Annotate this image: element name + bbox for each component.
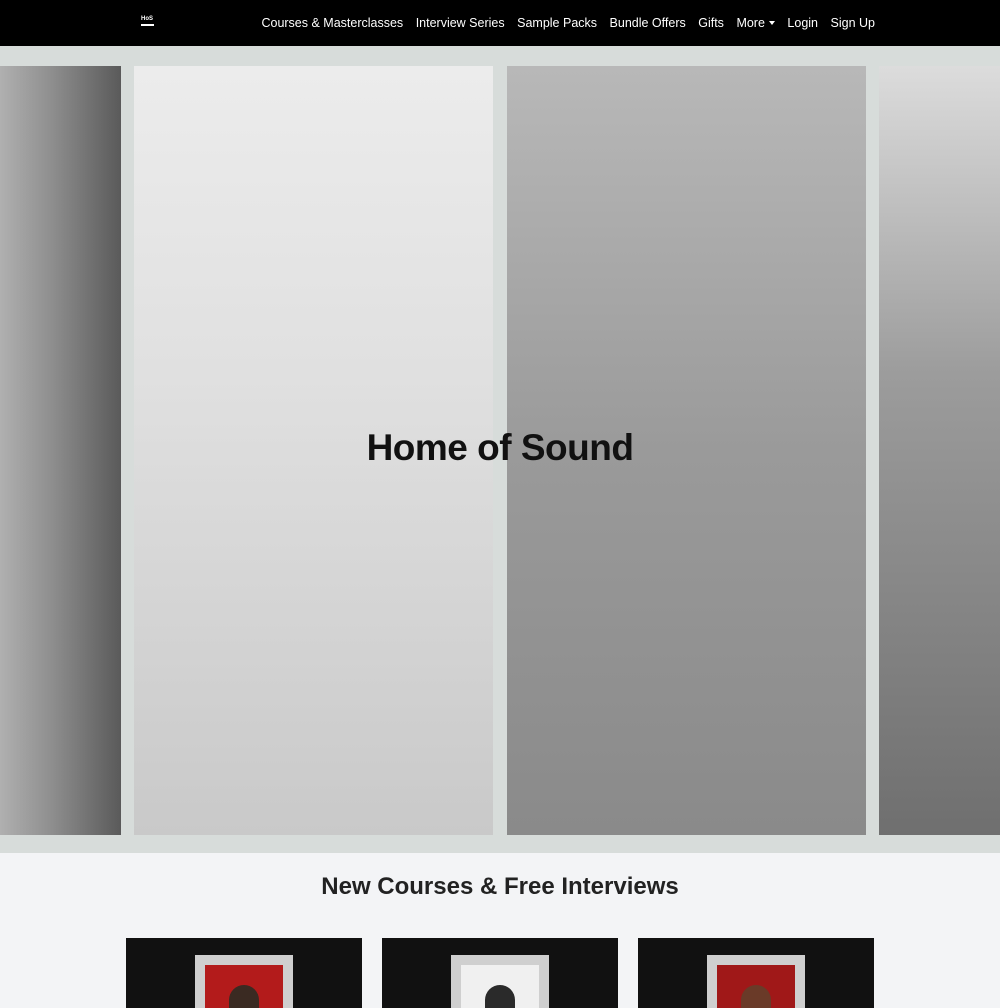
- course-card-2[interactable]: [382, 938, 618, 1008]
- nav-sample-packs[interactable]: Sample Packs: [517, 16, 597, 30]
- card-thumbnail-frame: [451, 955, 549, 1008]
- nav-bundle-offers[interactable]: Bundle Offers: [610, 16, 686, 30]
- card-thumbnail: [205, 965, 283, 1008]
- nav-gifts[interactable]: Gifts: [698, 16, 724, 30]
- logo-text: HoS: [141, 16, 153, 22]
- nav-more-label: More: [736, 16, 765, 30]
- nav-login[interactable]: Login: [787, 16, 818, 30]
- logo-underline: [141, 24, 154, 26]
- person-thumbnail: [741, 985, 771, 1008]
- card-thumbnail-frame: [707, 955, 805, 1008]
- course-card-3[interactable]: [638, 938, 874, 1008]
- person-thumbnail: [229, 985, 259, 1008]
- nav-more-dropdown[interactable]: More: [736, 16, 775, 30]
- caret-down-icon: [768, 21, 775, 25]
- nav-interview-series[interactable]: Interview Series: [416, 16, 505, 30]
- card-thumbnail-frame: [195, 955, 293, 1008]
- nav-courses-masterclasses[interactable]: Courses & Masterclasses: [261, 16, 403, 30]
- card-thumbnail: [461, 965, 539, 1008]
- person-thumbnail: [485, 985, 515, 1008]
- section-title: New Courses & Free Interviews: [321, 873, 679, 900]
- card-thumbnail: [717, 965, 795, 1008]
- top-navigation-bar: HoS Courses & Masterclasses Interview Se…: [0, 0, 1000, 46]
- nav-menu: Courses & Masterclasses Interview Series…: [261, 0, 875, 46]
- hero-banner: Home of Sound: [0, 46, 1000, 853]
- site-logo[interactable]: HoS: [141, 16, 157, 28]
- nav-sign-up[interactable]: Sign Up: [831, 16, 875, 30]
- hero-title: Home of Sound: [366, 427, 634, 468]
- course-card-1[interactable]: [126, 938, 362, 1008]
